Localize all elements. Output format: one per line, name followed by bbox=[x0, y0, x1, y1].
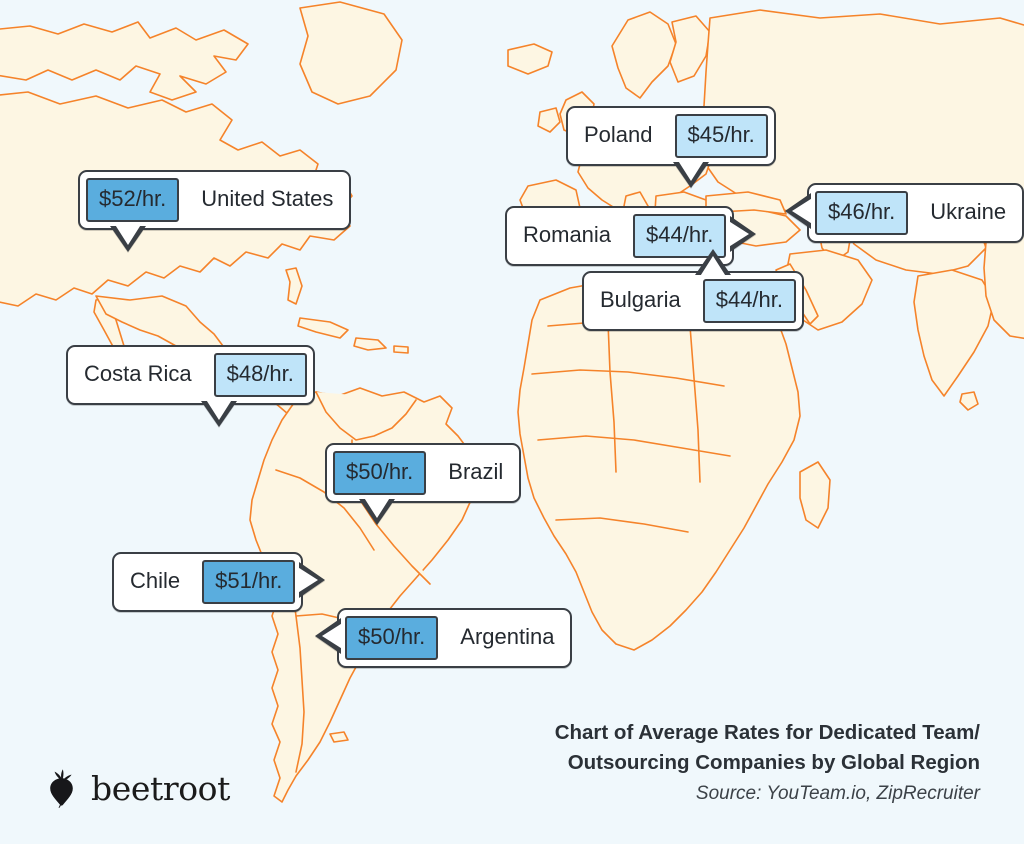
callout-brazil[interactable]: $50/hr. Brazil bbox=[325, 443, 522, 525]
infographic-canvas: $52/hr. United States Costa Rica $48/hr.… bbox=[0, 0, 1024, 844]
sri-lanka-shape bbox=[960, 392, 978, 410]
callout-tail-fill-romania bbox=[727, 220, 750, 248]
callout-tail-fill-poland bbox=[677, 159, 705, 181]
rate-badge-chile: $51/hr. bbox=[202, 560, 296, 604]
callout-tail-fill-brazil bbox=[363, 496, 391, 518]
callout-chile[interactable]: Chile $51/hr. bbox=[112, 552, 326, 612]
country-label-bulgaria: Bulgaria bbox=[600, 287, 681, 312]
callout-argentina[interactable]: $50/hr. Argentina bbox=[315, 608, 573, 668]
puerto-rico-shape bbox=[394, 346, 408, 353]
callout-tail-fill-ukraine bbox=[792, 197, 814, 225]
rate-badge-bulgaria: $44/hr. bbox=[702, 279, 796, 323]
madagascar-shape bbox=[800, 462, 830, 528]
caption-line-1: Chart of Average Rates for Dedicated Tea… bbox=[554, 721, 980, 745]
rate-badge-argentina: $50/hr. bbox=[345, 616, 439, 660]
falklands-shape bbox=[330, 732, 348, 742]
country-label-united-states: United States bbox=[201, 186, 334, 211]
cuba-shape bbox=[298, 318, 348, 338]
greenland-shape bbox=[300, 2, 402, 104]
caption-source: Source: YouTeam.io, ZipRecruiter bbox=[695, 782, 980, 804]
florida-shape bbox=[286, 268, 302, 304]
chart-caption: Chart of Average Rates for Dedicated Tea… bbox=[555, 718, 980, 808]
india-shape bbox=[914, 270, 994, 396]
ireland-shape bbox=[538, 108, 560, 132]
callout-ukraine[interactable]: $46/hr. Ukraine bbox=[785, 183, 1024, 243]
africa-shape bbox=[518, 278, 800, 650]
callout-tail-fill-argentina bbox=[322, 622, 344, 650]
country-label-costa-rica: Costa Rica bbox=[84, 361, 192, 386]
finland-shape bbox=[670, 16, 710, 82]
beetroot-logo[interactable]: beetroot bbox=[44, 768, 230, 808]
callout-tail-fill-chile bbox=[296, 566, 319, 594]
hispaniola-shape bbox=[354, 338, 386, 350]
callout-bulgaria[interactable]: Bulgaria $44/hr. bbox=[582, 249, 804, 331]
country-label-chile: Chile bbox=[130, 568, 181, 593]
callout-poland[interactable]: Poland $45/hr. bbox=[566, 106, 776, 188]
callout-tail-fill-costa-rica bbox=[205, 398, 233, 420]
country-label-poland: Poland bbox=[584, 122, 653, 147]
rate-badge-ukraine: $46/hr. bbox=[815, 191, 909, 235]
beetroot-icon bbox=[44, 768, 80, 808]
scandinavia-shape bbox=[612, 12, 676, 98]
rate-badge-brazil: $50/hr. bbox=[333, 451, 427, 495]
country-label-ukraine: Ukraine bbox=[930, 199, 1007, 224]
country-label-argentina: Argentina bbox=[460, 624, 555, 649]
caption-line-2: Outsourcing Companies by Global Region bbox=[567, 750, 980, 774]
country-label-romania: Romania bbox=[523, 222, 612, 247]
callout-costa-rica[interactable]: Costa Rica $48/hr. bbox=[66, 345, 315, 427]
rate-badge-united-states: $52/hr. bbox=[86, 178, 180, 222]
rate-badge-poland: $45/hr. bbox=[674, 114, 768, 158]
country-label-brazil: Brazil bbox=[448, 459, 504, 484]
callout-united-states[interactable]: $52/hr. United States bbox=[78, 170, 352, 252]
iceland-shape bbox=[508, 44, 552, 74]
rate-badge-costa-rica: $48/hr. bbox=[213, 353, 307, 397]
logo-wordmark: beetroot bbox=[91, 768, 231, 808]
callout-tail-fill-bulgaria bbox=[699, 256, 727, 278]
callout-tail-fill-united-states bbox=[114, 223, 142, 245]
canada-shape bbox=[0, 22, 248, 100]
